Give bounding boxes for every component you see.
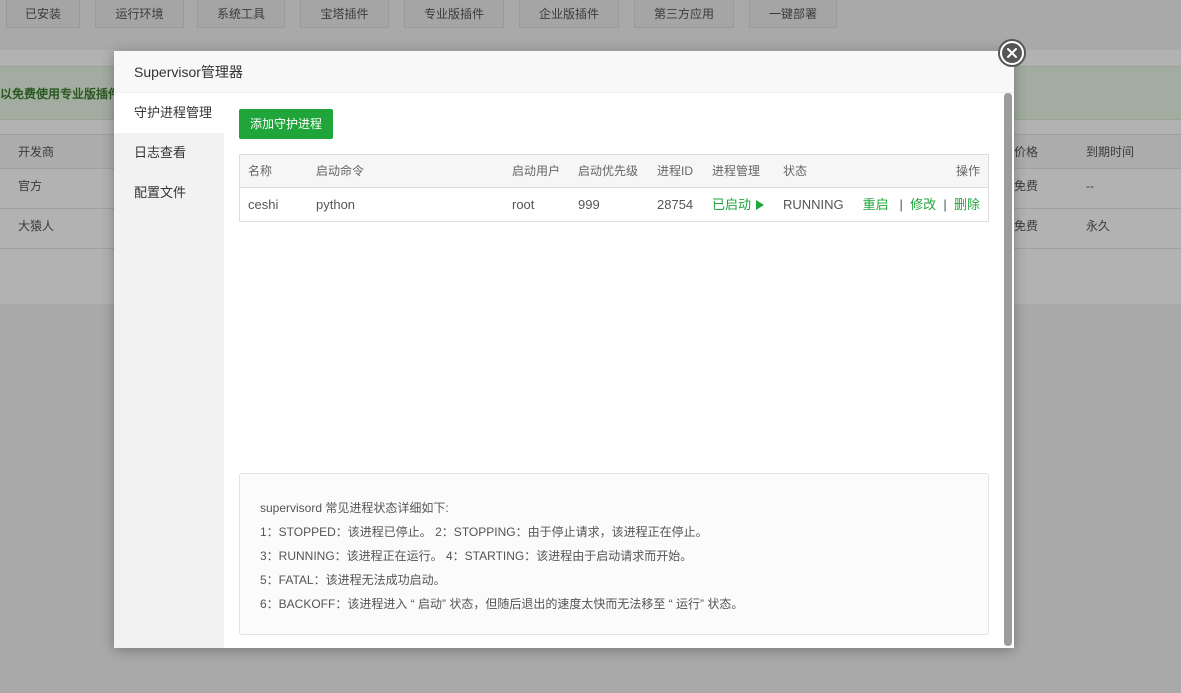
close-icon — [1002, 43, 1022, 63]
col-pid: 进程ID — [657, 164, 694, 178]
modal-scrollbar[interactable] — [1004, 93, 1012, 646]
col-priority: 启动优先级 — [578, 164, 639, 178]
col-status: 状态 — [783, 164, 808, 178]
process-user: root — [512, 197, 535, 212]
add-process-button[interactable]: 添加守护进程 — [239, 109, 333, 139]
help-line: 3：RUNNING：该进程正在运行。 4：STARTING：该进程由于启动请求而… — [260, 549, 693, 563]
col-user: 启动用户 — [512, 164, 561, 178]
process-pid: 28754 — [657, 197, 694, 212]
process-actions: 重启 | 修改 | 删除 — [863, 188, 980, 221]
sidebar-item-process-manage[interactable]: 守护进程管理 — [114, 93, 224, 133]
sidebar-item-config-file[interactable]: 配置文件 — [114, 173, 224, 213]
process-table: 名称 启动命令 启动用户 启动优先级 进程ID 进程管理 状态 操作 ceshi… — [239, 154, 989, 222]
process-priority: 999 — [578, 197, 600, 212]
col-command: 启动命令 — [316, 164, 365, 178]
scroll-thumb[interactable] — [1004, 93, 1012, 646]
process-manage-panel: 添加守护进程 名称 启动命令 启动用户 启动优先级 进程ID 进程管理 状态 操… — [239, 93, 989, 648]
restart-link[interactable]: 重启 — [863, 197, 889, 212]
edit-link[interactable]: 修改 — [910, 197, 936, 212]
process-table-header: 名称 启动命令 启动用户 启动优先级 进程ID 进程管理 状态 操作 — [240, 155, 988, 188]
action-separator: | — [892, 197, 907, 212]
process-command: python — [316, 197, 356, 212]
action-separator: | — [939, 197, 951, 212]
process-status: RUNNING — [783, 197, 844, 212]
col-manage: 进程管理 — [712, 164, 761, 178]
process-manage-toggle[interactable]: 已启动 — [712, 188, 765, 221]
help-line: 1：STOPPED：该进程已停止。 2：STOPPING：由于停止请求，该进程正… — [260, 525, 708, 539]
col-name: 名称 — [248, 164, 273, 178]
play-icon — [756, 200, 765, 210]
help-line: 6：BACKOFF：该进程进入 “ 启动” 状态，但随后退出的速度太快而无法移至… — [260, 597, 744, 611]
help-line: supervisord 常见进程状态详细如下: — [260, 501, 449, 515]
modal-sidebar: 守护进程管理 日志查看 配置文件 — [114, 93, 224, 648]
col-actions: 操作 — [955, 164, 980, 178]
close-button[interactable] — [998, 39, 1026, 67]
process-name: ceshi — [248, 197, 279, 212]
process-manage-label: 已启动 — [712, 197, 752, 212]
help-line: 5：FATAL：该进程无法成功启动。 — [260, 573, 446, 587]
sidebar-item-log-view[interactable]: 日志查看 — [114, 133, 224, 173]
status-help-box: supervisord 常见进程状态详细如下: 1：STOPPED：该进程已停止… — [239, 473, 989, 635]
modal-title: Supervisor管理器 — [114, 51, 1014, 93]
table-row: ceshi python root 999 28754 已启动 RUNNING … — [240, 188, 988, 221]
delete-link[interactable]: 删除 — [954, 197, 980, 212]
supervisor-modal: Supervisor管理器 守护进程管理 日志查看 配置文件 添加守护进程 名称… — [114, 39, 1026, 648]
